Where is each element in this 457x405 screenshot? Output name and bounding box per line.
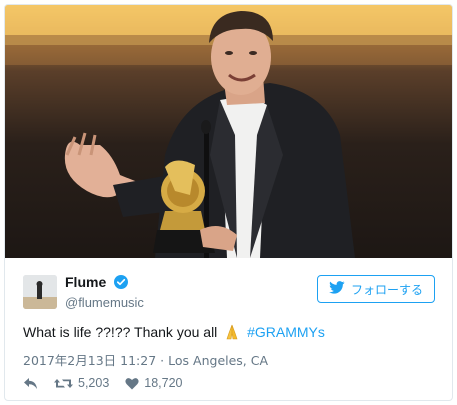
follow-button[interactable]: フォローする [317, 275, 435, 303]
retweet-icon [54, 377, 73, 390]
verified-badge-icon [113, 274, 128, 289]
twitter-bird-icon [329, 281, 345, 297]
author-names: Flume @flumemusic [65, 273, 144, 310]
reply-button[interactable] [23, 377, 38, 390]
hashtag-link[interactable]: #GRAMMYs [247, 324, 325, 340]
tweet-header: Flume @flumemusic フォローする [23, 273, 435, 310]
retweet-count: 5,203 [78, 376, 110, 390]
folded-hands-emoji [224, 324, 240, 340]
tweet-photo[interactable] [5, 5, 452, 258]
like-count: 18,720 [144, 376, 183, 390]
retweet-button[interactable]: 5,203 [54, 376, 109, 390]
heart-icon [125, 377, 139, 390]
avatar[interactable] [23, 275, 57, 309]
tweet-location[interactable]: Los Angeles, CA [168, 353, 268, 368]
location-separator: · [160, 353, 165, 368]
avatar-image [23, 275, 57, 309]
reply-icon [23, 377, 38, 390]
tweet-actions: 5,203 18,720 [23, 374, 199, 392]
tweet-card: Flume @flumemusic フォローする What is life ??… [4, 4, 453, 401]
user-handle[interactable]: @flumemusic [65, 295, 144, 310]
tweet-timestamp: 2017年2月13日 11:27 · Los Angeles, CA [23, 350, 268, 369]
tweet-text: What is life ??!?? Thank you all #GRAMMY… [23, 324, 325, 340]
like-button[interactable]: 18,720 [125, 376, 183, 390]
photo-illustration [5, 5, 452, 258]
tweet-date[interactable]: 2017年2月13日 11:27 [23, 353, 156, 368]
display-name[interactable]: Flume [65, 274, 106, 290]
tweet-body: What is life ??!?? Thank you all [23, 324, 218, 340]
follow-label: フォローする [350, 282, 423, 297]
